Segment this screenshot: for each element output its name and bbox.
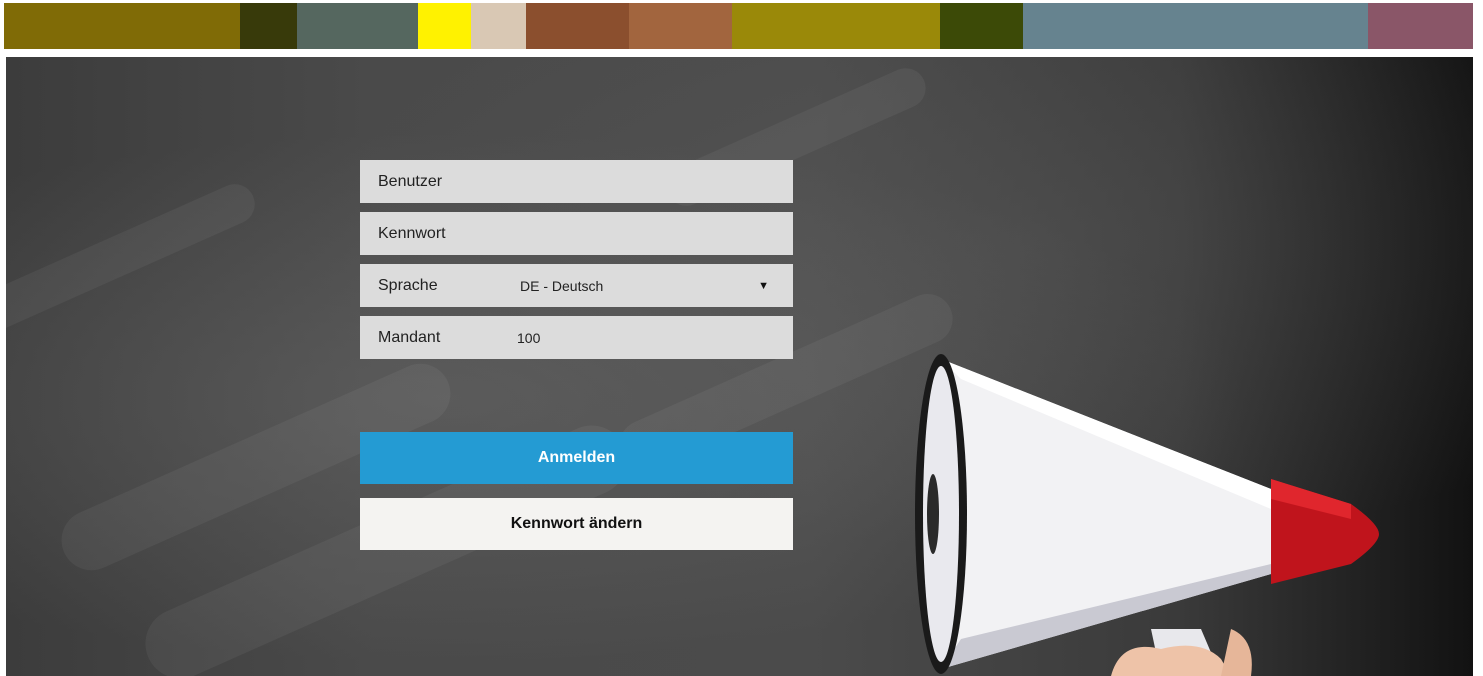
login-form: Sprache DE - Deutsch ▼ Mandant 100 Anmel…	[360, 160, 793, 550]
color-swatch	[297, 3, 418, 49]
language-value[interactable]: DE - Deutsch	[520, 278, 603, 294]
password-field[interactable]	[360, 212, 793, 255]
chevron-down-icon[interactable]: ▼	[758, 280, 769, 292]
hero-background: Sprache DE - Deutsch ▼ Mandant 100 Anmel…	[6, 57, 1473, 676]
color-swatch	[470, 3, 526, 49]
language-label: Sprache	[378, 276, 438, 294]
megaphone-illustration	[915, 354, 1379, 676]
language-select[interactable]: Sprache DE - Deutsch ▼	[360, 264, 793, 307]
change-password-button[interactable]: Kennwort ändern	[360, 498, 793, 550]
client-value[interactable]: 100	[517, 330, 540, 346]
user-field[interactable]	[360, 160, 793, 203]
color-swatch	[240, 3, 298, 49]
color-swatch	[417, 3, 471, 49]
color-swatch	[940, 3, 1024, 49]
user-input[interactable]	[360, 160, 793, 203]
password-input[interactable]	[360, 212, 793, 255]
color-swatch	[4, 3, 241, 49]
color-swatch	[628, 3, 732, 49]
color-swatch	[1367, 3, 1473, 49]
color-strip	[4, 3, 1473, 49]
client-field[interactable]: Mandant 100	[360, 316, 793, 359]
color-swatch	[1023, 3, 1368, 49]
color-swatch	[732, 3, 941, 49]
client-label: Mandant	[378, 328, 441, 346]
login-button[interactable]: Anmelden	[360, 432, 793, 484]
color-swatch	[525, 3, 629, 49]
